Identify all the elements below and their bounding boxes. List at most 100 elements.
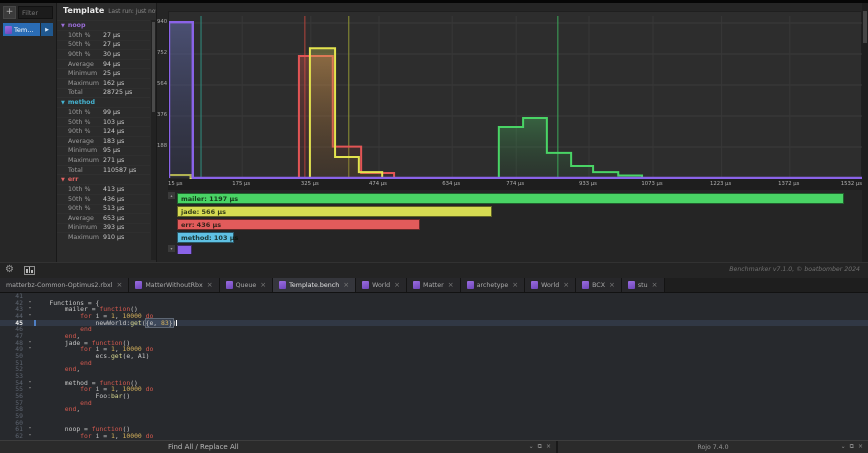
tab-label: Queue	[236, 282, 257, 289]
script-file-icon	[279, 281, 286, 289]
fold-arrow-icon[interactable]: ▾	[26, 313, 34, 320]
code-line[interactable]: 52 end,	[0, 366, 868, 373]
x-tick-label: 1223 μs	[710, 181, 731, 187]
close-icon[interactable]: ×	[448, 281, 454, 289]
code-line[interactable]: 51 end	[0, 360, 868, 367]
chart-scrollbar[interactable]	[862, 3, 868, 262]
editor-tab-world[interactable]: World×	[525, 278, 576, 292]
fold-arrow-icon[interactable]	[26, 406, 34, 413]
stat-row-method-50th: 50th %103 μs	[57, 117, 150, 127]
fold-arrow-icon[interactable]: ▾	[26, 380, 34, 387]
code-line[interactable]: 55▾ for i = 1, 10000 do	[0, 386, 868, 393]
filter-input[interactable]	[18, 6, 53, 19]
sidebar-item-template[interactable]: Tem…	[3, 23, 40, 36]
close-icon[interactable]: ×	[207, 281, 213, 289]
chevron-down-icon: ▼	[61, 23, 65, 29]
y-tick-label: 940	[157, 19, 167, 25]
legend-scroll-up-button[interactable]: ▴	[168, 192, 175, 199]
code-line[interactable]: 41	[0, 293, 868, 300]
fold-arrow-icon[interactable]	[26, 320, 34, 327]
close-icon[interactable]: ×	[394, 281, 400, 289]
legend-bar-label: mailer: 1197 μs	[181, 195, 238, 203]
legend-scrollbar[interactable]: ▴ ▾	[168, 192, 175, 252]
stat-row-err-minimum: Minimum393 μs	[57, 223, 150, 233]
code-line-current[interactable]: 45 newWorld:get({e, 83})	[0, 320, 868, 327]
fold-arrow-icon[interactable]: ▾	[26, 426, 34, 433]
code-line[interactable]: 58 end,	[0, 406, 868, 413]
stats-scrollbar[interactable]	[151, 20, 156, 260]
popout-icon[interactable]: ⧉	[850, 443, 854, 451]
stat-row-err-10th: 10th %413 μs	[57, 184, 150, 194]
close-icon[interactable]: ×	[260, 281, 266, 289]
stats-group-header-method[interactable]: ▼method	[57, 97, 150, 107]
fold-arrow-icon[interactable]	[26, 360, 34, 367]
stat-row-method-90th: 90th %124 μs	[57, 126, 150, 136]
histogram-panel: 940752564376188 15 μs175 μs325 μs474 μs6…	[157, 3, 862, 262]
fold-arrow-icon[interactable]	[26, 420, 34, 427]
code-line[interactable]: 62▾ for i = 1, 10000 do	[0, 433, 868, 440]
code-line[interactable]: 47 end,	[0, 333, 868, 340]
popout-icon[interactable]: ⧉	[538, 443, 542, 451]
code-line[interactable]: 46 end	[0, 326, 868, 333]
code-line[interactable]: 57 end	[0, 400, 868, 407]
fold-arrow-icon[interactable]	[26, 400, 34, 407]
line-number: 62	[0, 433, 26, 440]
fold-arrow-icon[interactable]	[26, 326, 34, 333]
legend-bar-mailer[interactable]: mailer: 1197 μs	[177, 193, 844, 204]
tab-label: Matter	[423, 282, 444, 289]
legend-scroll-down-button[interactable]: ▾	[168, 245, 175, 252]
legend-bar-jade[interactable]: jade: 566 μs	[177, 206, 492, 217]
report-chart-icon[interactable]	[24, 266, 35, 275]
code-editor[interactable]: 4142▾ Functions = {43▾ mailer = function…	[0, 293, 868, 440]
fold-arrow-icon[interactable]: ▾	[26, 300, 34, 307]
close-icon[interactable]: ×	[512, 281, 518, 289]
close-icon[interactable]: ×	[343, 281, 349, 289]
fold-arrow-icon[interactable]	[26, 393, 34, 400]
x-tick-label: 474 μs	[369, 181, 387, 187]
fold-arrow-icon[interactable]: ▾	[26, 433, 34, 440]
fold-arrow-icon[interactable]	[26, 366, 34, 373]
editor-tab-bcx[interactable]: BCX×	[576, 278, 622, 292]
legend-bar-err[interactable]: err: 436 μs	[177, 219, 420, 230]
stats-group-header-err[interactable]: ▼err	[57, 174, 150, 184]
fold-arrow-icon[interactable]: ▾	[26, 346, 34, 353]
close-icon[interactable]: ×	[858, 443, 863, 451]
editor-tab-world[interactable]: World×	[356, 278, 407, 292]
collapse-icon[interactable]: ⌄	[841, 443, 846, 451]
code-line[interactable]: 59	[0, 413, 868, 420]
code-line[interactable]: 56 Foo:bar()	[0, 393, 868, 400]
close-icon[interactable]: ×	[116, 281, 122, 289]
stats-group-header-noop[interactable]: ▼noop	[57, 20, 150, 30]
fold-arrow-icon[interactable]	[26, 373, 34, 380]
fold-arrow-icon[interactable]	[26, 333, 34, 340]
legend-bar-noop[interactable]	[177, 245, 192, 254]
stat-row-noop-total: Total28725 μs	[57, 88, 150, 98]
close-icon[interactable]: ×	[609, 281, 615, 289]
editor-tab-template-bench[interactable]: Template.bench×	[273, 278, 356, 292]
fold-arrow-icon[interactable]: ▾	[26, 306, 34, 313]
code-line[interactable]: 60	[0, 420, 868, 427]
editor-tab-queue[interactable]: Queue×	[220, 278, 274, 292]
script-file-icon	[628, 281, 635, 289]
add-benchmark-button[interactable]: +	[3, 6, 16, 19]
editor-tab-archetype[interactable]: archetype×	[461, 278, 526, 292]
close-icon[interactable]: ×	[652, 281, 658, 289]
run-benchmark-button[interactable]: ▶	[41, 23, 53, 36]
legend-bar-method[interactable]: method: 103 μs	[177, 232, 234, 243]
stat-row-method-minimum: Minimum95 μs	[57, 146, 150, 156]
close-icon[interactable]: ×	[563, 281, 569, 289]
fold-arrow-icon[interactable]	[26, 353, 34, 360]
fold-arrow-icon[interactable]: ▾	[26, 386, 34, 393]
fold-arrow-icon[interactable]: ▾	[26, 340, 34, 347]
settings-gear-icon[interactable]: ⚙	[5, 264, 14, 275]
code-line[interactable]: 50 ecs.get(e, A1)	[0, 353, 868, 360]
editor-tab-matter[interactable]: Matter ×	[407, 278, 461, 292]
editor-tab-stu[interactable]: stu×	[622, 278, 665, 292]
fold-arrow-icon[interactable]	[26, 413, 34, 420]
find-replace-dock: Find All / Replace All ⌄⧉×	[0, 441, 558, 453]
editor-tab-matterbz-common-optimus2-rbxl[interactable]: matterbz-Common-Optimus2.rbxl×	[0, 278, 129, 292]
editor-tab-matterwithoutrbx[interactable]: MatterWithoutRbx×	[129, 278, 219, 292]
fold-arrow-icon[interactable]	[26, 293, 34, 300]
close-icon[interactable]: ×	[546, 443, 551, 451]
collapse-icon[interactable]: ⌄	[529, 443, 534, 451]
